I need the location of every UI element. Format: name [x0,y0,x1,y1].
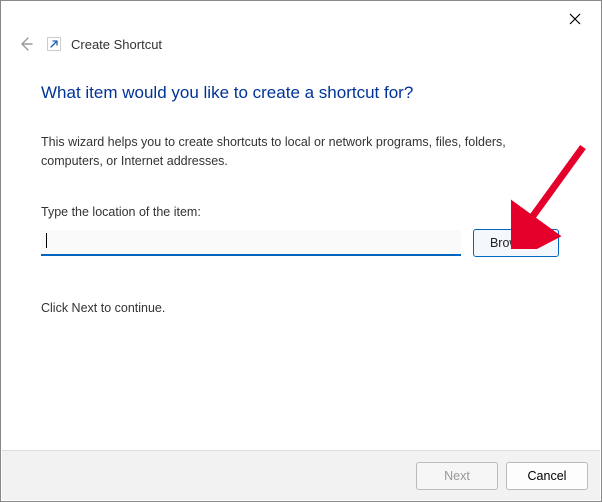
location-label: Type the location of the item: [41,205,565,219]
continue-text: Click Next to continue. [41,301,565,315]
location-input[interactable] [41,230,461,256]
content-area: What item would you like to create a sho… [1,55,601,315]
close-button[interactable] [561,7,589,31]
close-icon [569,13,581,25]
header-row: Create Shortcut [1,33,601,55]
titlebar [1,1,601,37]
main-heading: What item would you like to create a sho… [41,83,565,103]
browse-button[interactable]: Browse... [473,229,559,257]
wizard-description: This wizard helps you to create shortcut… [41,133,531,171]
input-row: Browse... [41,229,565,257]
page-title: Create Shortcut [71,37,162,52]
back-button [15,33,37,55]
cancel-button[interactable]: Cancel [506,462,588,490]
footer: Next Cancel [2,450,600,500]
back-arrow-icon [18,36,34,52]
shortcut-arrow-icon [47,37,61,51]
next-button: Next [416,462,498,490]
text-caret [46,233,47,248]
